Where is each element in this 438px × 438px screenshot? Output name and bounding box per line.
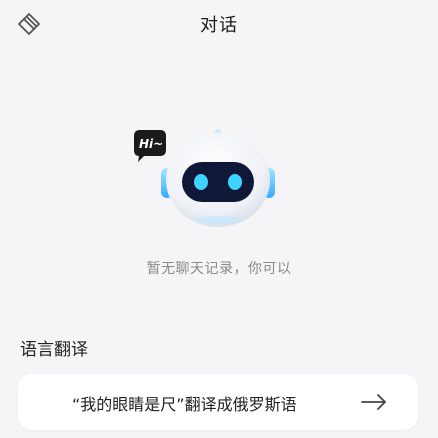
top-bar: 对话 bbox=[0, 0, 438, 46]
robot-icon: Hi~ bbox=[134, 129, 275, 227]
robot-mascot: Hi~ bbox=[130, 124, 310, 234]
empty-hint-text: 暂无聊天记录，你可以 bbox=[146, 261, 292, 277]
page-title: 对话 bbox=[200, 15, 238, 36]
section-label-translation: 语言翻译 bbox=[20, 340, 88, 360]
bubble-text: Hi~ bbox=[139, 137, 163, 151]
arrow-right-icon bbox=[361, 394, 386, 410]
suggestion-card[interactable]: “我的眼睛是尺”翻译成俄罗斯语 bbox=[18, 374, 418, 430]
suggestion-text: “我的眼睛是尺”翻译成俄罗斯语 bbox=[72, 395, 297, 414]
hi-bubble: Hi~ bbox=[134, 130, 166, 162]
empty-chat-state: Hi~ 暂无聊天记录，你可以 bbox=[0, 120, 438, 290]
